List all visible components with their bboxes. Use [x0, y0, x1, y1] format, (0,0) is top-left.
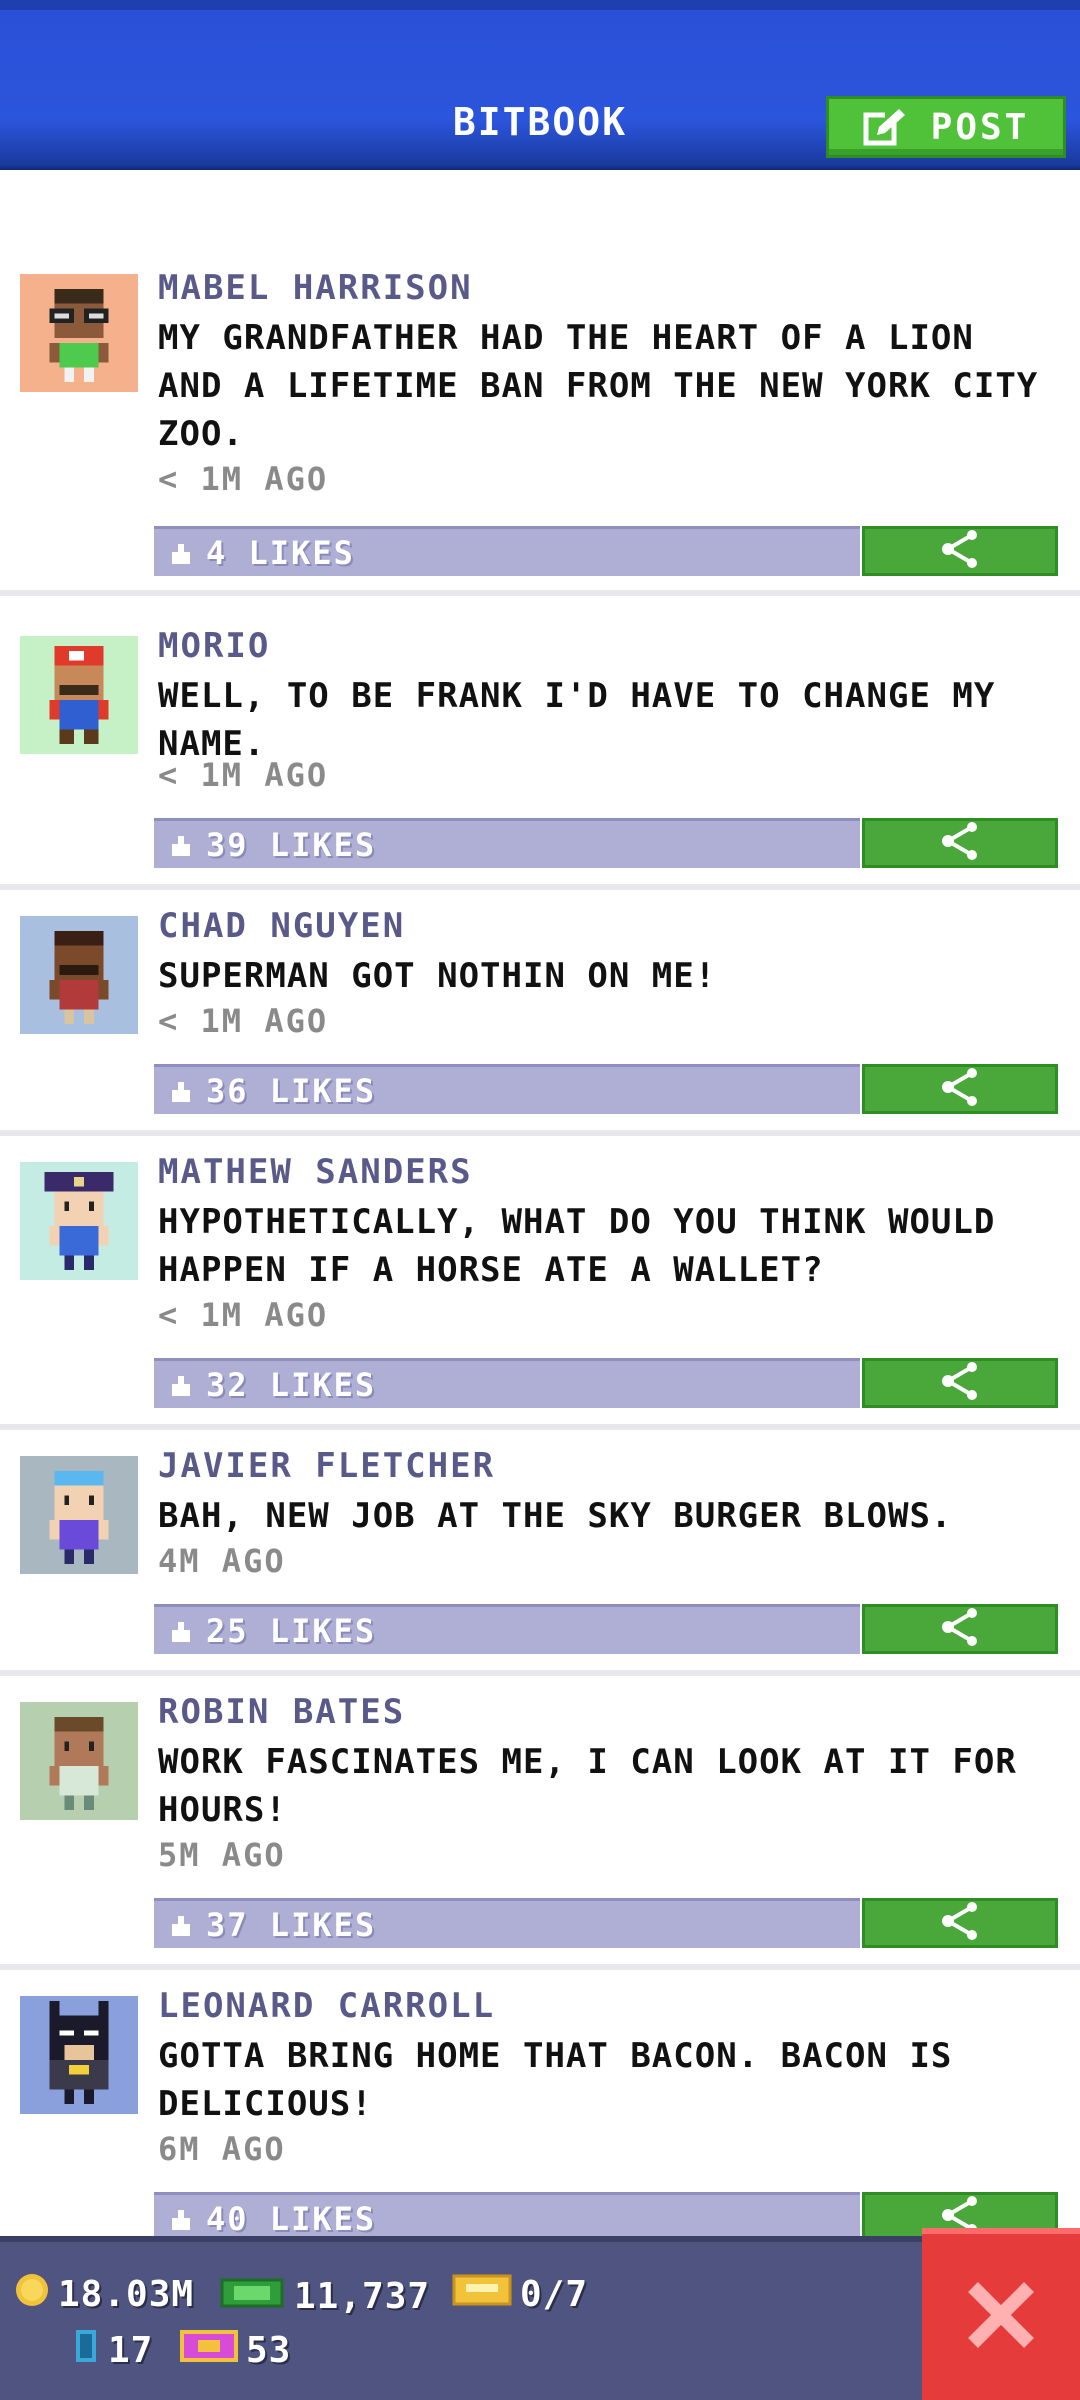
post-time: 6M AGO [158, 2130, 286, 2168]
likes-count: 36 LIKES [206, 1071, 377, 1110]
floors-value: 17 [108, 2330, 154, 2371]
close-icon [963, 2277, 1039, 2357]
avatar-icon[interactable] [20, 1702, 138, 1820]
post-message: MY GRANDFATHER HAD THE HEART OF A LION A… [158, 318, 1039, 454]
like-button[interactable]: 40 LIKES [154, 2192, 860, 2242]
status-bar: 18.03M 11,737 0/7 17 53 [0, 2236, 1080, 2400]
post-time: 5M AGO [158, 1836, 286, 1874]
like-button[interactable]: 39 LIKES [154, 818, 860, 868]
share-icon [938, 821, 982, 865]
like-button[interactable]: 4 LIKES [154, 526, 860, 576]
close-button[interactable] [922, 2228, 1080, 2400]
thumbs-up-icon [168, 1372, 194, 1398]
bux-stat: 11,737 [220, 2272, 430, 2321]
feed-post: MATHEW SANDERS HYPOTHETICALLY, WHAT DO Y… [0, 1136, 1080, 1430]
like-button[interactable]: 36 LIKES [154, 1064, 860, 1114]
feed-post: ROBIN BATES WORK FASCINATES ME, I CAN LO… [0, 1676, 1080, 1970]
post-message: BAH, NEW JOB AT THE SKY BURGER BLOWS. [158, 1496, 953, 1536]
share-button[interactable] [862, 1358, 1058, 1408]
avatar-icon[interactable] [20, 274, 138, 392]
post-button[interactable]: POST [826, 96, 1066, 158]
share-button[interactable] [862, 526, 1058, 576]
share-button[interactable] [862, 1898, 1058, 1948]
thumbs-up-icon [168, 1912, 194, 1938]
share-button[interactable] [862, 1064, 1058, 1114]
coin-icon [14, 2272, 50, 2317]
likes-count: 40 LIKES [206, 2199, 377, 2238]
post-author[interactable]: ROBIN BATES [158, 1692, 405, 1732]
like-button[interactable]: 32 LIKES [154, 1358, 860, 1408]
share-icon [938, 529, 982, 573]
likes-count: 4 LIKES [206, 533, 355, 572]
post-time: < 1M AGO [158, 1002, 329, 1040]
thumbs-up-icon [168, 1618, 194, 1644]
thumbs-up-icon [168, 1078, 194, 1104]
thumbs-up-icon [168, 540, 194, 566]
tickets-value: 53 [246, 2330, 292, 2371]
share-icon [938, 1607, 982, 1651]
post-author[interactable]: MABEL HARRISON [158, 268, 473, 308]
post-author[interactable]: JAVIER FLETCHER [158, 1446, 495, 1486]
avatar-icon[interactable] [20, 1456, 138, 1574]
post-message: WELL, TO BE FRANK I'D HAVE TO CHANGE MY … [158, 676, 996, 764]
tickets-stat: 53 [180, 2328, 291, 2373]
avatar-icon[interactable] [20, 1996, 138, 2114]
share-icon [938, 1361, 982, 1405]
avatar-icon[interactable] [20, 916, 138, 1034]
like-button[interactable]: 25 LIKES [154, 1604, 860, 1654]
edit-icon [863, 107, 907, 147]
post-message: SUPERMAN GOT NOTHIN ON ME! [158, 956, 717, 996]
share-icon [938, 1067, 982, 1111]
post-time: 4M AGO [158, 1542, 286, 1580]
share-button[interactable] [862, 818, 1058, 868]
post-time: < 1M AGO [158, 756, 329, 794]
post-time: < 1M AGO [158, 1296, 329, 1334]
coins-stat: 18.03M [14, 2272, 194, 2317]
post-time: < 1M AGO [158, 460, 329, 498]
post-message: GOTTA BRING HOME THAT BACON. BACON IS DE… [158, 2036, 953, 2124]
share-button[interactable] [862, 1604, 1058, 1654]
avatar-icon[interactable] [20, 1162, 138, 1280]
post-author[interactable]: LEONARD CARROLL [158, 1986, 495, 2026]
bux-icon [220, 2272, 286, 2321]
post-author[interactable]: MORIO [158, 626, 270, 666]
vip-stat: 0/7 [452, 2272, 588, 2317]
vip-ticket-icon [452, 2272, 512, 2317]
floors-stat: 17 [72, 2328, 153, 2373]
gold-ticket-icon [180, 2328, 238, 2373]
post-message: WORK FASCINATES ME, I CAN LOOK AT IT FOR… [158, 1742, 1017, 1830]
post-message: HYPOTHETICALLY, WHAT DO YOU THINK WOULD … [158, 1202, 996, 1290]
thumbs-up-icon [168, 2206, 194, 2232]
feed-post: MORIO WELL, TO BE FRANK I'D HAVE TO CHAN… [0, 596, 1080, 890]
likes-count: 32 LIKES [206, 1365, 377, 1404]
feed-post: JAVIER FLETCHER BAH, NEW JOB AT THE SKY … [0, 1430, 1080, 1676]
like-button[interactable]: 37 LIKES [154, 1898, 860, 1948]
post-label: POST [930, 106, 1030, 148]
avatar-icon[interactable] [20, 636, 138, 754]
feed-post: MABEL HARRISON MY GRANDFATHER HAD THE HE… [0, 170, 1080, 596]
likes-count: 39 LIKES [206, 825, 377, 864]
thumbs-up-icon [168, 832, 194, 858]
elevator-icon [72, 2328, 100, 2373]
likes-count: 37 LIKES [206, 1905, 377, 1944]
feed-post: CHAD NGUYEN SUPERMAN GOT NOTHIN ON ME! <… [0, 890, 1080, 1136]
bux-value: 11,737 [294, 2276, 431, 2317]
coins-value: 18.03M [58, 2274, 195, 2315]
likes-count: 25 LIKES [206, 1611, 377, 1650]
post-author[interactable]: CHAD NGUYEN [158, 906, 405, 946]
vip-value: 0/7 [520, 2274, 589, 2315]
share-icon [938, 1901, 982, 1945]
feed-post: LEONARD CARROLL GOTTA BRING HOME THAT BA… [0, 1970, 1080, 2264]
top-app-bar: BITBOOK POST [0, 0, 1080, 170]
post-author[interactable]: MATHEW SANDERS [158, 1152, 473, 1192]
